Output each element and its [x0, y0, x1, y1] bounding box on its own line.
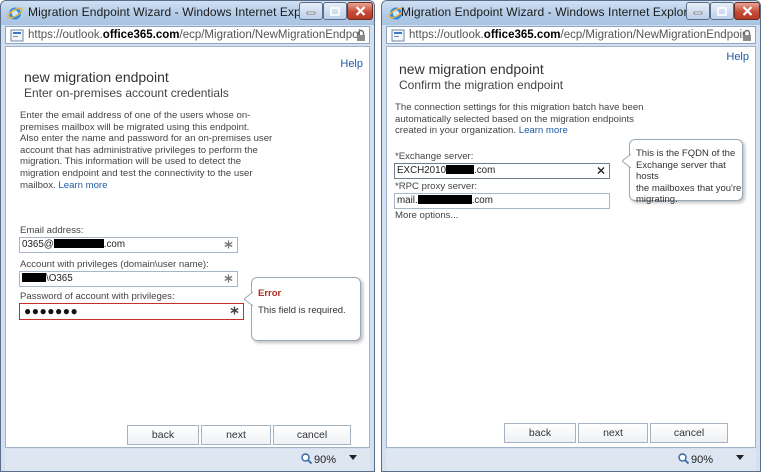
callout-pointer: [244, 292, 253, 306]
exchange-server-label: *Exchange server:: [395, 151, 474, 162]
zoom-control[interactable]: 90%: [301, 453, 336, 466]
rpc-proxy-label: *RPC proxy server:: [395, 181, 478, 192]
next-button[interactable]: next: [578, 423, 648, 443]
window-title: Migration Endpoint Wizard - Windows Inte…: [28, 5, 326, 19]
back-button[interactable]: back: [504, 423, 576, 443]
help-link[interactable]: Help: [340, 58, 363, 70]
password-label: Password of account with privileges:: [20, 291, 175, 302]
page-subtitle: Confirm the migration endpoint: [399, 78, 564, 92]
page-content: Help new migration endpoint Confirm the …: [386, 46, 756, 448]
rpc-proxy-field[interactable]: mail. .com: [394, 193, 610, 209]
description: Enter the email address of one of the us…: [20, 110, 273, 191]
address-bar[interactable]: https://outlook.office365.com/ecp/Migrat…: [5, 26, 370, 44]
required-star-icon: [230, 306, 239, 315]
exchange-server-field[interactable]: EXCH2010 .com: [394, 163, 610, 179]
password-field[interactable]: ●●●●●●●: [19, 303, 244, 320]
account-field[interactable]: \O365: [19, 271, 238, 287]
page-title: new migration endpoint: [24, 69, 169, 85]
wizard-window-confirm: Migration Endpoint Wizard - Windows Inte…: [381, 0, 761, 472]
learn-more-link[interactable]: Learn more: [519, 125, 568, 136]
close-icon: [742, 6, 752, 16]
maximize-button[interactable]: [710, 2, 734, 20]
error-title: Error: [258, 288, 282, 299]
minimize-icon: [693, 11, 703, 15]
cancel-button[interactable]: cancel: [273, 425, 351, 445]
description: The connection settings for this migrati…: [395, 102, 644, 137]
minimize-button[interactable]: [299, 2, 323, 20]
title-bar[interactable]: Migration Endpoint Wizard - Windows Inte…: [382, 1, 760, 25]
more-options-link[interactable]: More options...: [395, 210, 458, 221]
ie-icon: [7, 7, 23, 20]
url-text[interactable]: https://outlook.office365.com/ecp/Migrat…: [28, 29, 360, 41]
back-button[interactable]: back: [127, 425, 199, 445]
chevron-down-icon[interactable]: [349, 455, 357, 461]
next-button[interactable]: next: [201, 425, 271, 445]
lock-icon[interactable]: [742, 29, 752, 42]
cancel-button[interactable]: cancel: [650, 423, 728, 443]
chevron-down-icon[interactable]: [736, 455, 744, 461]
address-bar[interactable]: https://outlook.office365.com/ecp/Migrat…: [386, 26, 756, 44]
email-field[interactable]: 0365@ .com: [19, 237, 238, 253]
tooltip-text: This is the FQDN of the Exchange server …: [636, 148, 742, 205]
page-title: new migration endpoint: [399, 61, 544, 77]
window-title: Migration Endpoint Wizard - Windows Inte…: [401, 5, 699, 19]
callout-pointer: [622, 154, 631, 168]
page-icon: [391, 29, 405, 42]
required-star-icon: [224, 240, 233, 249]
help-link[interactable]: Help: [726, 51, 749, 63]
zoom-icon: [678, 453, 689, 464]
error-message: This field is required.: [258, 305, 346, 316]
wizard-window-credentials: Migration Endpoint Wizard - Windows Inte…: [0, 0, 375, 472]
minimize-icon: [306, 11, 316, 15]
page-icon: [10, 29, 24, 42]
status-bar: 90%: [386, 449, 756, 471]
maximize-icon: [330, 6, 340, 16]
exchange-server-tooltip: This is the FQDN of the Exchange server …: [622, 139, 743, 205]
error-callout: Error This field is required.: [244, 277, 361, 341]
required-star-icon: [224, 274, 233, 283]
lock-icon[interactable]: [356, 29, 366, 42]
close-button[interactable]: [347, 2, 373, 20]
learn-more-link[interactable]: Learn more: [58, 180, 107, 191]
close-button[interactable]: [734, 2, 760, 20]
zoom-icon: [301, 453, 312, 464]
title-bar[interactable]: Migration Endpoint Wizard - Windows Inte…: [1, 1, 374, 25]
maximize-button[interactable]: [323, 2, 347, 20]
maximize-icon: [717, 6, 727, 16]
close-icon: [355, 6, 365, 16]
clear-x-icon[interactable]: [597, 166, 605, 175]
zoom-control[interactable]: 90%: [678, 453, 713, 466]
page-subtitle: Enter on-premises account credentials: [24, 86, 229, 100]
email-label: Email address:: [20, 225, 84, 236]
minimize-button[interactable]: [686, 2, 710, 20]
account-label: Account with privileges (domain\user nam…: [20, 259, 209, 270]
url-text[interactable]: https://outlook.office365.com/ecp/Migrat…: [409, 29, 745, 41]
page-content: Help new migration endpoint Enter on-pre…: [5, 46, 370, 448]
status-bar: 90%: [5, 449, 370, 471]
